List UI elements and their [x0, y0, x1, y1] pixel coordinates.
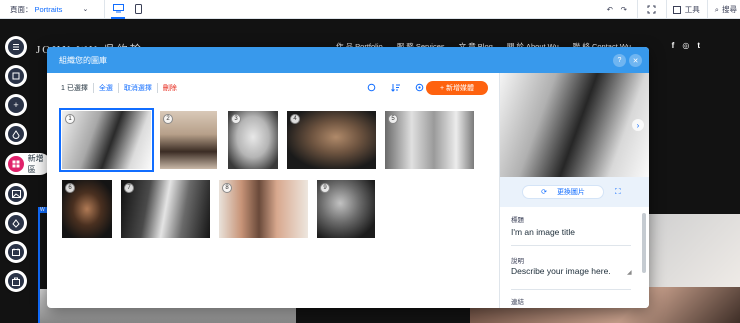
description-field[interactable]: Describe your image here.: [511, 266, 611, 276]
thumbnail-number: 2: [163, 114, 173, 124]
dialog-header: 組織您的圖庫 ? ✕: [47, 47, 649, 73]
bag-icon: [8, 273, 24, 289]
gallery-thumbnail[interactable]: 5: [385, 111, 474, 169]
add-media-button[interactable]: + 新增媒體: [426, 81, 488, 95]
tools-label: 工具: [684, 5, 700, 14]
thumbnail-number: 1: [65, 114, 75, 124]
link-field-label: 連結: [511, 299, 524, 306]
gallery-thumbnail[interactable]: 6: [62, 180, 112, 238]
facebook-icon[interactable]: f: [672, 41, 675, 50]
thumbnail-number: 3: [231, 114, 241, 124]
replace-icon: ⟳: [541, 189, 547, 196]
search-icon: ⌕: [714, 4, 719, 14]
thumbnail-number: 4: [290, 114, 300, 124]
image-details-panel: › ⟳ 更換圖片 ⛶ 標題 I'm an image title 說明 Desc…: [499, 73, 649, 308]
gallery-thumbnail[interactable]: 7: [121, 180, 210, 238]
organize-gallery-dialog: 組織您的圖庫 ? ✕ 1 已選擇 全選 取消選擇 刪除 + 新增媒體 1 2 3…: [47, 47, 649, 308]
gallery-thumbnail[interactable]: 3: [228, 111, 278, 169]
resize-handle-icon[interactable]: ◢: [627, 269, 632, 276]
thumbnail-number: 5: [388, 114, 398, 124]
page-label: 頁面：: [10, 4, 33, 14]
divider: [511, 289, 631, 290]
image-preview: ›: [500, 73, 649, 177]
plus-icon: +: [8, 97, 24, 113]
mobile-view-icon[interactable]: [131, 0, 145, 19]
description-field-label: 說明: [511, 258, 524, 265]
redo-icon[interactable]: ↷: [617, 0, 631, 19]
replace-image-label: 更換圖片: [556, 189, 585, 196]
delete-link[interactable]: 刪除: [156, 83, 182, 93]
app-market-button[interactable]: [5, 270, 27, 292]
close-icon[interactable]: ✕: [629, 54, 642, 67]
editor-top-bar: 頁面： Portraits ⌄ ↶ ↷ 工具 ⌕ 搜尋: [0, 0, 740, 19]
gallery-thumbnail[interactable]: 4: [287, 111, 376, 169]
chevron-right-icon[interactable]: ›: [632, 119, 644, 131]
tools-button[interactable]: 工具: [672, 0, 700, 19]
desktop-view-icon[interactable]: [111, 0, 125, 19]
pages-menu-button[interactable]: [5, 36, 27, 58]
expand-icon[interactable]: ⛶: [615, 187, 621, 197]
add-section-button[interactable]: 新增區: [5, 153, 51, 175]
gallery-thumbnail[interactable]: 9: [317, 180, 375, 238]
thumbnail-number: 9: [320, 183, 330, 193]
site-background-photo: [646, 214, 740, 294]
title-field[interactable]: I'm an image title: [511, 227, 575, 237]
section-icon: [8, 156, 24, 172]
select-all-link[interactable]: 全選: [92, 83, 118, 93]
undo-icon[interactable]: ↶: [603, 0, 617, 19]
zoom-out-icon[interactable]: [644, 0, 660, 19]
image-icon: [8, 186, 24, 202]
divider: [665, 0, 667, 19]
tools-icon: [672, 5, 681, 14]
settings-gear-icon[interactable]: [413, 81, 425, 93]
menu-icon: [8, 39, 24, 55]
page-selector[interactable]: 頁面： Portraits ⌄: [0, 4, 104, 15]
blog-button[interactable]: [5, 212, 27, 234]
search-button[interactable]: ⌕ 搜尋: [715, 0, 740, 19]
gallery-toolbar: 1 已選擇 全選 取消選擇 刪除 + 新增媒體: [47, 73, 499, 103]
deselect-link[interactable]: 取消選擇: [117, 83, 157, 93]
social-icons: f ◎ t: [672, 41, 700, 50]
add-elements-button[interactable]: +: [5, 94, 27, 116]
twitter-icon[interactable]: t: [697, 41, 700, 50]
thumbnail-number: 7: [124, 183, 134, 193]
thumbnail-number: 6: [65, 183, 75, 193]
replace-image-button[interactable]: ⟳ 更換圖片: [522, 185, 604, 199]
media-button[interactable]: [5, 183, 27, 205]
title-field-label: 標題: [511, 217, 524, 224]
design-button[interactable]: [5, 123, 27, 145]
divider: [511, 245, 631, 246]
square-icon: [8, 68, 24, 84]
pen-icon: [8, 215, 24, 231]
gallery-tool-icons: [365, 81, 425, 93]
divider: [636, 0, 638, 19]
help-icon[interactable]: ?: [613, 54, 626, 67]
gallery-thumbnail[interactable]: 2: [160, 111, 217, 169]
selected-element-tag: W: [38, 207, 47, 213]
divider: [706, 0, 708, 19]
dialog-title: 組織您的圖庫: [59, 55, 107, 65]
sort-icon[interactable]: [389, 81, 401, 93]
chevron-down-icon: ⌄: [82, 6, 89, 13]
selected-count: 1 已選擇: [61, 85, 88, 92]
page-value: Portraits: [34, 4, 63, 14]
replace-image-row: ⟳ 更換圖片 ⛶: [500, 177, 649, 207]
instagram-icon[interactable]: ◎: [682, 41, 689, 50]
search-label: 搜尋: [722, 5, 737, 14]
paint-drop-icon: [8, 126, 24, 142]
thumbnail-number: 8: [222, 183, 232, 193]
refresh-icon[interactable]: [365, 81, 377, 93]
calendar-icon: [8, 244, 24, 260]
background-button[interactable]: [5, 65, 27, 87]
gallery-thumbnail[interactable]: 1: [59, 108, 154, 172]
bookings-button[interactable]: [5, 241, 27, 263]
top-bar-right: ↶ ↷ 工具 ⌕ 搜尋: [603, 0, 740, 19]
divider: [104, 0, 105, 19]
panel-scrollbar[interactable]: [642, 213, 646, 273]
gallery-thumbnail[interactable]: 8: [219, 180, 308, 238]
